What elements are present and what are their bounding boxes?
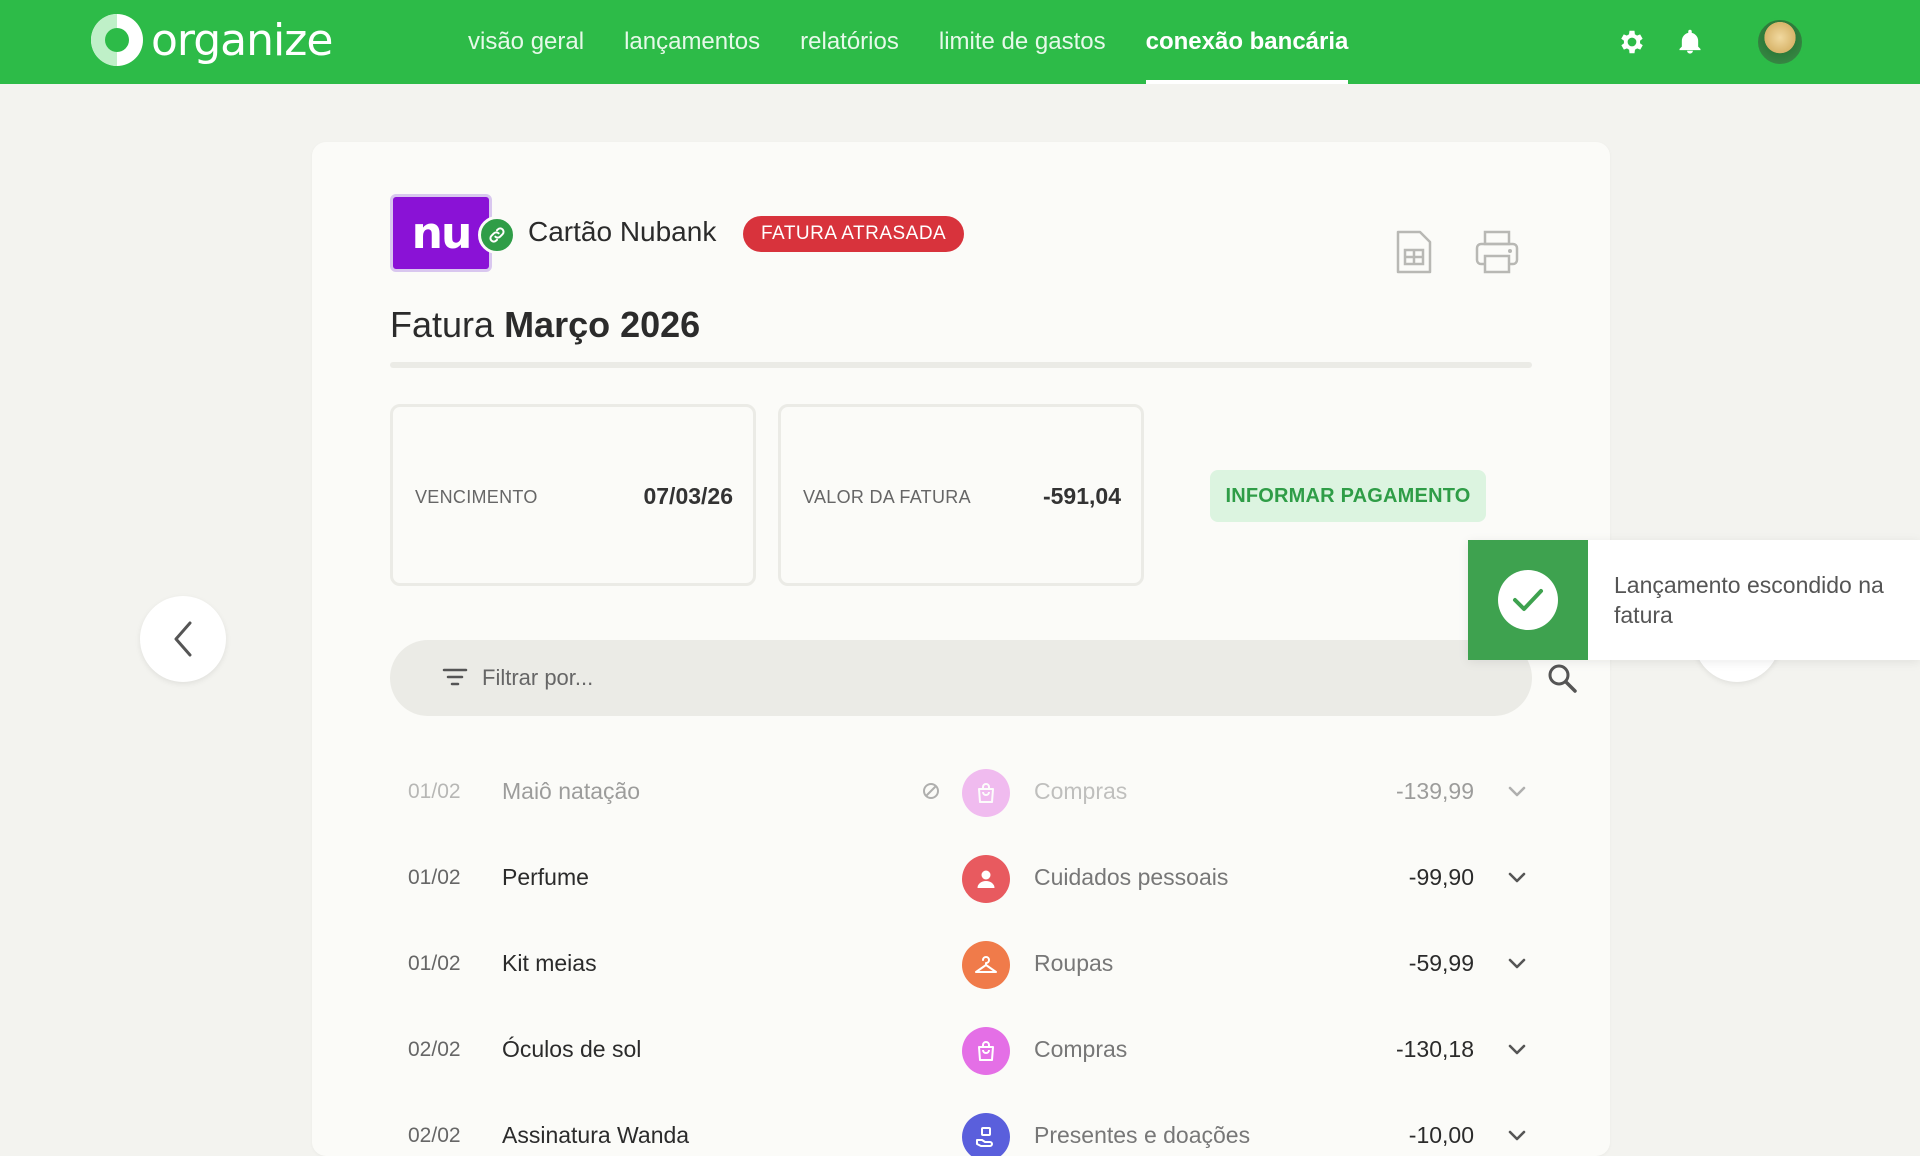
top-navigation-bar: organize visão geral lançamentos relatór… (0, 0, 1920, 84)
organizze-logo[interactable]: organize (91, 14, 333, 66)
hanger-icon (962, 941, 1010, 989)
transaction-description: Maiô natação (502, 778, 641, 804)
transaction-amount: -130,18 (1395, 1036, 1474, 1062)
transaction-date: 01/02 (408, 866, 461, 889)
nav-item-limite-de-gastos[interactable]: limite de gastos (939, 0, 1106, 84)
invoice-amount-box: VALOR DA FATURA -591,04 (778, 404, 1144, 586)
invoice-card: nu Cartão Nubank FATURA ATRASADA Fatura … (312, 142, 1610, 1156)
filter-input[interactable] (482, 658, 1442, 698)
transaction-amount: -59,99 (1408, 950, 1474, 976)
gear-icon[interactable] (1614, 24, 1650, 60)
logo-mark-icon (91, 14, 143, 66)
status-badge: FATURA ATRASADA (743, 216, 965, 252)
transaction-date: 01/02 (408, 952, 461, 975)
due-date-value: 07/03/26 (643, 483, 733, 509)
transaction-amount: -99,90 (1408, 864, 1474, 890)
nubank-logo: nu (390, 194, 492, 272)
invoice-period: Março 2026 (504, 304, 701, 345)
shopping-bag-icon (962, 769, 1010, 817)
transaction-row[interactable]: 02/02 Assinatura Wanda Presentes e doaçõ… (390, 1094, 1532, 1156)
chevron-down-icon[interactable] (1506, 866, 1528, 888)
search-icon[interactable] (1546, 662, 1578, 694)
user-avatar[interactable] (1756, 18, 1804, 66)
transaction-category: Roupas (1034, 950, 1114, 976)
chevron-down-icon[interactable] (1506, 952, 1528, 974)
nav-item-relatorios[interactable]: relatórios (800, 0, 899, 84)
shopping-bag-icon (962, 1027, 1010, 1075)
transaction-row[interactable]: 01/02 Perfume Cuidados pessoais -99,90 (390, 836, 1532, 922)
toast-notification[interactable]: Lançamento escondido na fatura (1468, 540, 1920, 660)
main-nav: visão geral lançamentos relatórios limit… (468, 0, 1348, 84)
transaction-description: Perfume (502, 864, 589, 890)
filter-bar (390, 640, 1577, 716)
invoice-prefix: Fatura (390, 304, 495, 345)
transaction-category: Compras (1034, 1036, 1128, 1062)
link-icon (478, 216, 516, 254)
chevron-down-icon[interactable] (1506, 1124, 1528, 1146)
person-icon (962, 855, 1010, 903)
transaction-description: Óculos de sol (502, 1036, 642, 1062)
nav-item-visao-geral[interactable]: visão geral (468, 0, 584, 84)
transaction-date: 01/02 (408, 780, 461, 803)
filter-icon (442, 668, 468, 686)
due-date-label: VENCIMENTO (415, 487, 538, 507)
invoice-title: Fatura Março 2026 (390, 304, 700, 346)
transaction-date: 02/02 (408, 1038, 461, 1061)
transaction-amount: -139,99 (1395, 778, 1474, 804)
transaction-category: Cuidados pessoais (1034, 864, 1229, 890)
chevron-left-icon (174, 621, 192, 657)
toast-message: Lançamento escondido na fatura (1614, 572, 1884, 628)
toast-status (1468, 540, 1588, 660)
nav-item-conexao-bancaria[interactable]: conexão bancária (1145, 0, 1348, 84)
transaction-row[interactable]: 01/02 Maiô natação Compras -139,99 (390, 750, 1532, 836)
transaction-date: 02/02 (408, 1124, 461, 1147)
nav-item-lancamentos[interactable]: lançamentos (624, 0, 760, 84)
transaction-amount: -10,00 (1408, 1122, 1474, 1148)
spreadsheet-icon[interactable] (1394, 228, 1442, 280)
previous-invoice-button[interactable] (140, 596, 226, 682)
transaction-description: Kit meias (502, 950, 597, 976)
logo-text: organize (151, 14, 333, 66)
gift-hand-icon (962, 1113, 1010, 1156)
invoice-amount-label: VALOR DA FATURA (803, 487, 971, 507)
due-date-box: VENCIMENTO 07/03/26 (390, 404, 756, 586)
invoice-amount-value: -591,04 (1042, 483, 1121, 509)
title-divider (390, 362, 1532, 368)
hidden-icon (923, 783, 939, 799)
transaction-row[interactable]: 01/02 Kit meias Roupas -59,99 (390, 922, 1532, 1008)
transaction-description: Assinatura Wanda (502, 1122, 690, 1148)
card-name: Cartão Nubank (528, 216, 717, 247)
printer-icon[interactable] (1474, 228, 1522, 280)
transaction-category: Compras (1034, 778, 1128, 804)
chevron-down-icon[interactable] (1506, 780, 1528, 802)
transaction-row[interactable]: 02/02 Óculos de sol Compras -130,18 (390, 1008, 1532, 1094)
chevron-down-icon[interactable] (1506, 1038, 1528, 1060)
transaction-category: Presentes e doações (1034, 1122, 1251, 1148)
check-circle-icon (1498, 570, 1558, 630)
bell-icon[interactable] (1672, 24, 1708, 60)
inform-payment-button[interactable]: INFORMAR PAGAMENTO (1210, 470, 1486, 522)
